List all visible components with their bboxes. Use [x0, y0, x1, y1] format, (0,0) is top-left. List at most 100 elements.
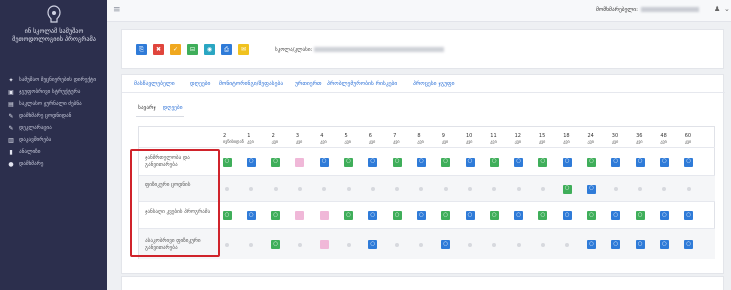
schedule-cell[interactable]: [319, 229, 329, 260]
green-status-box[interactable]: ○: [441, 211, 451, 220]
tab-teacher[interactable]: მასწავლებელი: [134, 81, 175, 87]
blue-status-box[interactable]: ○: [441, 240, 451, 249]
green-status-box[interactable]: ○: [489, 157, 499, 167]
schedule-cell[interactable]: ○: [441, 202, 451, 229]
schedule-cell[interactable]: ○: [465, 148, 475, 176]
blue-status-box[interactable]: ○: [684, 157, 694, 167]
blue-status-box[interactable]: ○: [635, 240, 645, 249]
schedule-cell[interactable]: ○: [538, 148, 548, 176]
green-status-box[interactable]: ○: [538, 211, 548, 220]
blue-status-box[interactable]: ○: [562, 157, 572, 167]
sidebar-item-8[interactable]: ● დამხმარე: [7, 158, 105, 170]
schedule-cell[interactable]: ○: [465, 202, 475, 229]
green-status-box[interactable]: ○: [441, 157, 451, 167]
schedule-cell[interactable]: [295, 202, 305, 229]
blue-status-box[interactable]: ○: [246, 157, 256, 167]
sidebar-item-5[interactable]: ✎ დეკლარაცია: [7, 122, 105, 134]
sidebar-item-1[interactable]: ✦ სამუშაო მეცნიერების დირექტი: [7, 74, 105, 86]
tab-process-group[interactable]: პროცესი ჯგუფი: [413, 81, 455, 87]
subtab-exercise[interactable]: სავარჯ: [138, 105, 156, 111]
subtab-days[interactable]: დღეები: [163, 105, 183, 111]
blue-status-box[interactable]: ○: [416, 157, 426, 167]
schedule-cell[interactable]: ○: [368, 202, 378, 229]
schedule-cell[interactable]: ○: [489, 202, 499, 229]
pink-status-box[interactable]: [319, 240, 329, 249]
schedule-cell[interactable]: ○: [562, 176, 572, 202]
schedule-cell[interactable]: ○: [659, 148, 669, 176]
export-button[interactable]: ⊟: [187, 44, 198, 55]
green-status-box[interactable]: ○: [271, 157, 281, 167]
schedule-cell[interactable]: ○: [368, 229, 378, 260]
blue-status-box[interactable]: ○: [587, 240, 596, 249]
green-status-box[interactable]: ○: [587, 211, 596, 220]
blue-status-box[interactable]: ○: [587, 184, 596, 194]
blue-status-box[interactable]: ○: [368, 157, 378, 167]
green-status-box[interactable]: ○: [271, 211, 281, 220]
green-status-box[interactable]: ○: [222, 211, 232, 220]
blue-status-box[interactable]: ○: [465, 157, 475, 167]
tab-days[interactable]: დღეები: [190, 81, 210, 87]
green-status-box[interactable]: ○: [587, 157, 596, 167]
schedule-cell[interactable]: ○: [635, 229, 645, 260]
tab-risks[interactable]: პრობლემურობის რისკები: [327, 81, 397, 87]
schedule-cell[interactable]: ○: [222, 202, 232, 229]
green-status-box[interactable]: ○: [344, 211, 353, 220]
schedule-cell[interactable]: ○: [587, 148, 597, 176]
blue-status-box[interactable]: ○: [659, 157, 669, 167]
pink-status-box[interactable]: [295, 211, 305, 220]
schedule-cell[interactable]: ○: [392, 148, 402, 176]
blue-status-box[interactable]: ○: [684, 240, 694, 249]
green-status-box[interactable]: ○: [562, 184, 572, 194]
blue-status-box[interactable]: ○: [368, 240, 378, 249]
schedule-cell[interactable]: ○: [587, 202, 597, 229]
blue-status-box[interactable]: ○: [514, 211, 524, 220]
schedule-cell[interactable]: ○: [416, 148, 426, 176]
sidebar-item-7[interactable]: ▮ ანალიზი: [7, 146, 105, 158]
schedule-cell[interactable]: ○: [246, 202, 256, 229]
blue-status-box[interactable]: ○: [611, 240, 621, 249]
schedule-cell[interactable]: ○: [587, 176, 597, 202]
green-status-box[interactable]: ○: [392, 157, 402, 167]
green-status-box[interactable]: ○: [392, 211, 402, 220]
schedule-cell[interactable]: ○: [611, 202, 621, 229]
sidebar-item-3[interactable]: ▤ საკლასო ჟურნალი ძებნა: [7, 98, 105, 110]
blue-status-box[interactable]: ○: [684, 211, 694, 220]
schedule-cell[interactable]: ○: [562, 148, 572, 176]
tab-relations[interactable]: ურთიერთ: [295, 81, 322, 87]
schedule-cell[interactable]: [319, 202, 329, 229]
schedule-cell[interactable]: ○: [611, 148, 621, 176]
camera-button[interactable]: ◉: [204, 44, 215, 55]
green-status-box[interactable]: ○: [489, 211, 499, 220]
schedule-cell[interactable]: [295, 148, 305, 176]
chevron-down-icon[interactable]: ⌄: [724, 5, 730, 13]
blue-status-box[interactable]: ○: [659, 240, 669, 249]
schedule-cell[interactable]: ○: [441, 229, 451, 260]
blue-status-box[interactable]: ○: [319, 157, 329, 167]
schedule-cell[interactable]: ○: [514, 202, 524, 229]
blue-status-box[interactable]: ○: [416, 211, 426, 220]
blue-status-box[interactable]: ○: [514, 157, 524, 167]
green-status-box[interactable]: ○: [222, 157, 232, 167]
sidebar-item-6[interactable]: ▥ დაკავშირება: [7, 134, 105, 146]
schedule-cell[interactable]: ○: [271, 148, 281, 176]
schedule-cell[interactable]: ○: [271, 202, 281, 229]
schedule-cell[interactable]: ○: [659, 229, 669, 260]
schedule-cell[interactable]: ○: [684, 202, 694, 229]
blue-status-box[interactable]: ○: [659, 211, 669, 220]
schedule-cell[interactable]: ○: [514, 148, 524, 176]
check-button[interactable]: ✓: [170, 44, 181, 55]
schedule-cell[interactable]: ○: [684, 148, 694, 176]
schedule-cell[interactable]: ○: [392, 202, 402, 229]
print-button[interactable]: ⎙: [221, 44, 232, 55]
schedule-cell[interactable]: ○: [416, 202, 426, 229]
user-info[interactable]: მომხმარებელი:: [596, 7, 699, 13]
sidebar-item-2[interactable]: ▣ ჯგუფობრივი სტრუქტურა: [7, 86, 105, 98]
user-icon[interactable]: ♟: [714, 5, 720, 13]
schedule-cell[interactable]: ○: [562, 202, 572, 229]
blue-status-box[interactable]: ○: [465, 211, 475, 220]
schedule-cell[interactable]: ○: [319, 148, 329, 176]
blue-status-box[interactable]: ○: [246, 211, 256, 220]
green-status-box[interactable]: ○: [635, 211, 645, 220]
hamburger-menu-icon[interactable]: ≡: [113, 5, 121, 15]
schedule-cell[interactable]: ○: [635, 148, 645, 176]
